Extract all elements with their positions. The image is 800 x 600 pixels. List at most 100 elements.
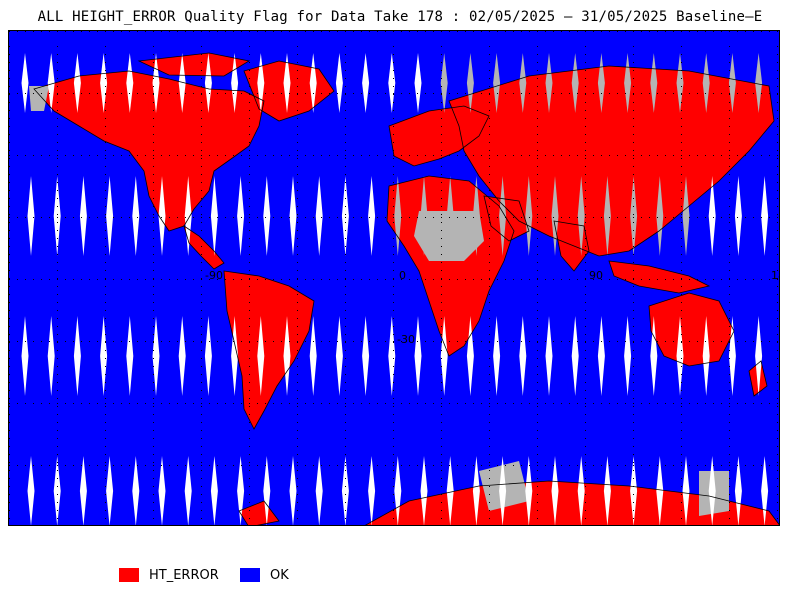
grid-dot xyxy=(105,118,106,119)
grid-dot xyxy=(281,217,282,218)
grid-dot xyxy=(145,31,146,32)
grid-dot xyxy=(465,31,466,32)
grid-dot xyxy=(521,465,522,466)
grid-dot xyxy=(345,462,346,463)
grid-dot xyxy=(441,254,442,255)
grid-dot xyxy=(345,182,346,183)
grid-dot xyxy=(489,155,490,156)
grid-dot xyxy=(249,294,250,295)
grid-dot xyxy=(153,494,154,495)
grid-dot xyxy=(633,446,634,447)
grid-dot xyxy=(185,465,186,466)
grid-dot xyxy=(433,465,434,466)
grid-dot xyxy=(201,366,202,367)
grid-dot xyxy=(777,155,778,156)
grid-dot xyxy=(537,302,538,303)
grid-dot xyxy=(57,294,58,295)
grid-dot xyxy=(441,478,442,479)
grid-dot xyxy=(249,310,250,311)
grid-dot xyxy=(585,278,586,279)
grid-dot xyxy=(249,182,250,183)
grid-dot xyxy=(625,217,626,218)
grid-dot xyxy=(729,374,730,375)
grid-dot xyxy=(729,222,730,223)
grid-dot xyxy=(409,93,410,94)
grid-dot xyxy=(593,155,594,156)
grid-dot xyxy=(129,31,130,32)
grid-dot xyxy=(297,358,298,359)
world-map: -90 0 90 180 -30 xyxy=(8,30,780,526)
grid-dot xyxy=(273,31,274,32)
grid-dot xyxy=(393,310,394,311)
grid-dot xyxy=(657,465,658,466)
grid-dot xyxy=(585,155,586,156)
grid-dot xyxy=(777,470,778,471)
grid-dot xyxy=(57,93,58,94)
grid-dot xyxy=(681,350,682,351)
grid-dot xyxy=(649,155,650,156)
grid-dot xyxy=(777,238,778,239)
grid-dot xyxy=(481,279,482,280)
grid-dot xyxy=(585,158,586,159)
grid-dot xyxy=(633,486,634,487)
grid-dot xyxy=(777,54,778,55)
grid-dot xyxy=(201,78,202,79)
grid-dot xyxy=(593,217,594,218)
grid-dot xyxy=(201,454,202,455)
grid-dot xyxy=(393,246,394,247)
grid-dot xyxy=(753,279,754,280)
grid-dot xyxy=(321,465,322,466)
grid-dot xyxy=(345,326,346,327)
grid-dot xyxy=(393,302,394,303)
grid-dot xyxy=(353,155,354,156)
grid-dot xyxy=(177,217,178,218)
grid-dot xyxy=(249,126,250,127)
grid-dot xyxy=(473,279,474,280)
grid-dot xyxy=(393,510,394,511)
grid-dot xyxy=(537,478,538,479)
grid-dot xyxy=(777,142,778,143)
grid-dot xyxy=(681,246,682,247)
grid-dot xyxy=(441,334,442,335)
grid-dot xyxy=(729,31,730,32)
grid-dot xyxy=(201,510,202,511)
grid-dot xyxy=(561,341,562,342)
grid-dot xyxy=(609,217,610,218)
grid-dot xyxy=(777,190,778,191)
grid-dot xyxy=(33,341,34,342)
grid-dot xyxy=(697,279,698,280)
grid-dot xyxy=(137,341,138,342)
grid-dot xyxy=(249,166,250,167)
grid-dot xyxy=(89,31,90,32)
grid-dot xyxy=(153,238,154,239)
grid-dot xyxy=(489,46,490,47)
grid-dot xyxy=(249,217,250,218)
grid-dot xyxy=(153,278,154,279)
grid-dot xyxy=(321,217,322,218)
grid-dot xyxy=(297,518,298,519)
grid-dot xyxy=(153,318,154,319)
grid-dot xyxy=(153,86,154,87)
grid-dot xyxy=(345,510,346,511)
grid-dot xyxy=(633,246,634,247)
grid-dot xyxy=(505,465,506,466)
grid-dot xyxy=(153,166,154,167)
grid-dot xyxy=(105,182,106,183)
grid-dot xyxy=(297,94,298,95)
grid-dot xyxy=(105,126,106,127)
grid-dot xyxy=(297,254,298,255)
grid-dot xyxy=(297,46,298,47)
grid-dot xyxy=(705,279,706,280)
grid-dot xyxy=(233,31,234,32)
grid-dot xyxy=(457,93,458,94)
grid-dot xyxy=(441,406,442,407)
grid-dot xyxy=(105,390,106,391)
grid-dot xyxy=(345,470,346,471)
grid-dot xyxy=(753,93,754,94)
grid-dot xyxy=(153,350,154,351)
grid-dot xyxy=(105,382,106,383)
grid-dot xyxy=(249,94,250,95)
grid-dot xyxy=(241,31,242,32)
grid-dot xyxy=(625,279,626,280)
grid-dot xyxy=(401,31,402,32)
